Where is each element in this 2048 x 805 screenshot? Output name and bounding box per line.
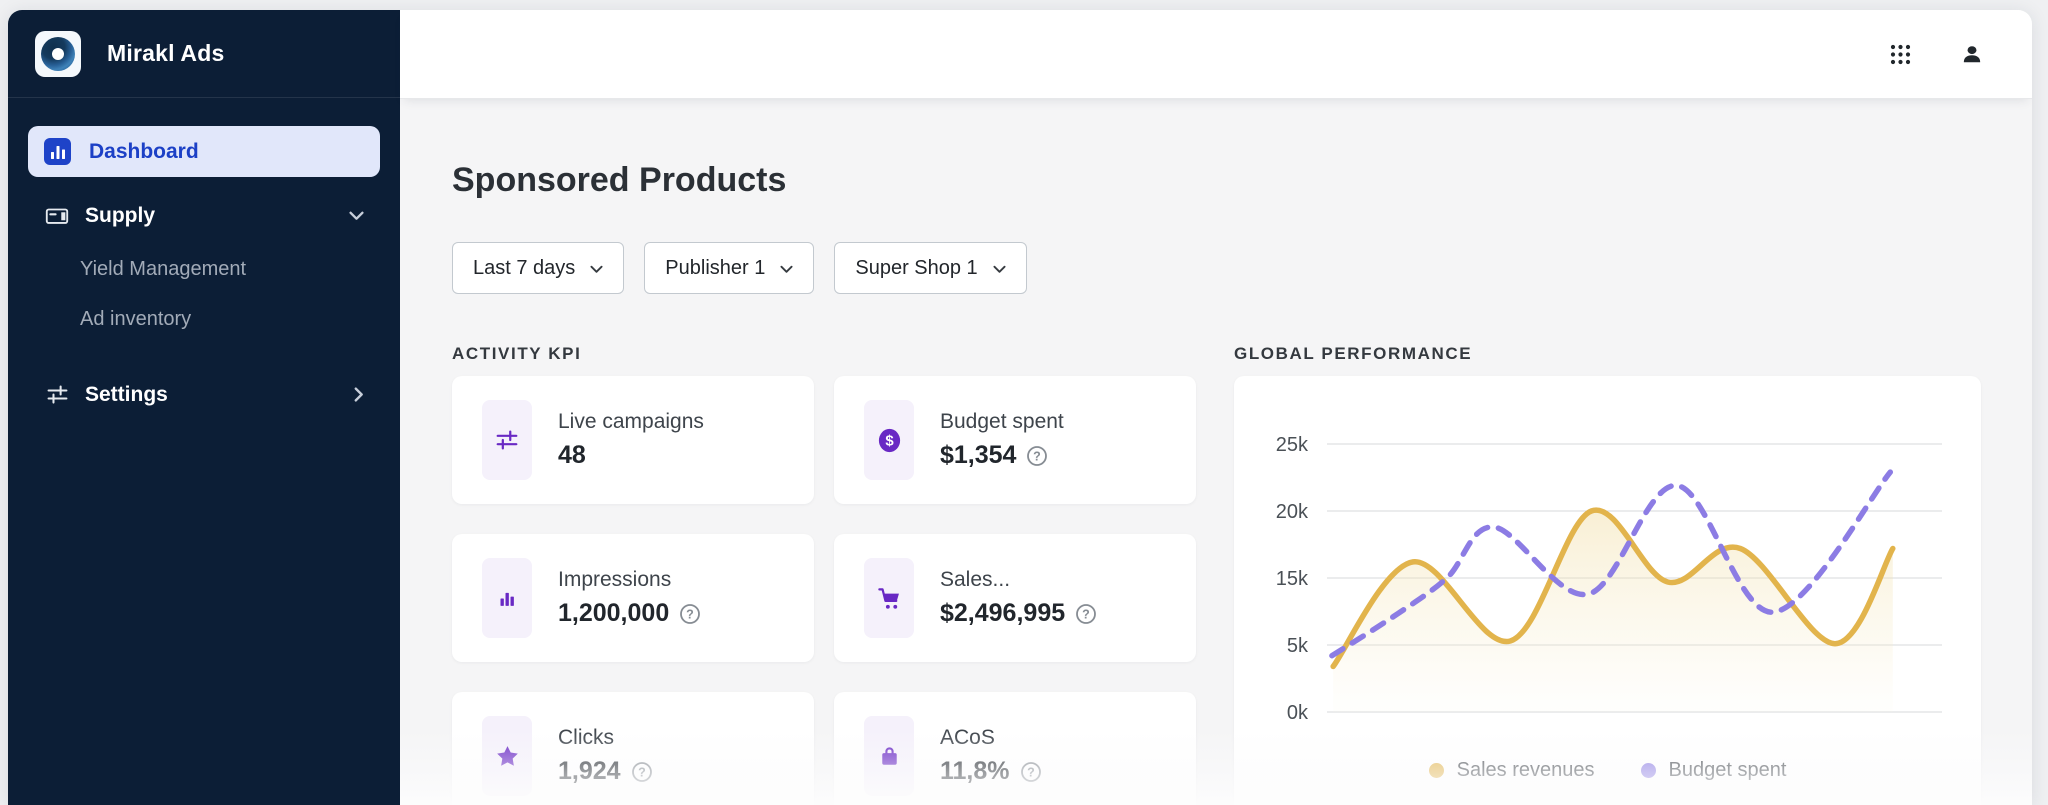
page-content: Sponsored Products Last 7 days Publisher… (400, 98, 2032, 805)
kpi-value: 11,8% (940, 757, 1010, 785)
sidebar-item-supply[interactable]: Supply (28, 190, 380, 241)
sidebar-item-ad-inventory[interactable]: Ad inventory (28, 297, 380, 341)
kpi-grid: Live campaigns 48 $ Budget spent $1,354 … (452, 376, 1196, 805)
supply-panel-icon (44, 203, 70, 229)
legend-item-budget-spent: Budget spent (1640, 759, 1787, 782)
help-icon[interactable]: ? (631, 761, 653, 783)
top-bar (400, 10, 2032, 98)
sidebar-item-label: Dashboard (89, 139, 199, 163)
shop-dropdown[interactable]: Super Shop 1 (834, 242, 1027, 294)
kpi-card-clicks: Clicks 1,924 ? (452, 692, 814, 805)
kpi-label: Impressions (558, 568, 672, 591)
help-icon[interactable]: ? (1075, 603, 1097, 625)
legend-label: Budget spent (1668, 759, 1787, 781)
activity-kpi-section: ACTIVITY KPI Live campaigns 48 $ Budget … (452, 344, 1196, 805)
svg-text:$: $ (885, 432, 894, 449)
sidebar-item-dashboard[interactable]: Dashboard (28, 126, 380, 177)
svg-text:15k: 15k (1276, 568, 1309, 590)
kpi-card-budget-spent: $ Budget spent $1,354 ? (834, 376, 1196, 504)
legend-dot-purple (1640, 763, 1656, 778)
help-icon[interactable]: ? (679, 603, 701, 625)
dollar-icon: $ (864, 400, 914, 480)
performance-chart: 25k 20k 15k 5k 0k (1276, 434, 1942, 724)
chevron-down-icon (780, 265, 793, 274)
help-icon[interactable]: ? (1020, 761, 1042, 783)
briefcase-icon (864, 716, 914, 796)
svg-text:?: ? (686, 607, 694, 621)
bar-chart-icon (482, 558, 532, 638)
publisher-value: Publisher 1 (665, 256, 766, 279)
sidebar-item-label: Settings (85, 382, 168, 406)
app-window: Mirakl Ads Dashboard Supply Yield Manage… (8, 10, 2032, 805)
sidebar-nav: Dashboard Supply Yield Management Ad inv… (8, 98, 400, 420)
kpi-label: Live campaigns (558, 410, 704, 433)
settings-sliders-icon (44, 382, 70, 408)
kpi-label: Budget spent (940, 410, 1064, 433)
kpi-value: 1,200,000 (558, 599, 670, 627)
kpi-card-sales: Sales... $2,496,995 ? (834, 534, 1196, 662)
sidebar-item-settings[interactable]: Settings (28, 369, 380, 420)
kpi-label: Sales... (940, 568, 1011, 591)
date-range-dropdown[interactable]: Last 7 days (452, 242, 625, 294)
cart-icon (864, 558, 914, 638)
svg-text:20k: 20k (1276, 501, 1309, 523)
chevron-down-icon (993, 265, 1006, 274)
chart-legend: Sales revenues Budget spent (1234, 759, 1981, 782)
main-area: Sponsored Products Last 7 days Publisher… (400, 10, 2032, 805)
kpi-value: 48 (558, 441, 586, 469)
performance-chart-card: 25k 20k 15k 5k 0k Sales revenues Budget spen… (1234, 376, 1981, 805)
chevron-down-icon (349, 211, 364, 221)
kpi-value: 1,924 (558, 757, 621, 785)
global-performance-section: GLOBAL PERFORMANCE 25k 20k 15k 5k 0k Sal… (1234, 344, 1981, 805)
user-icon[interactable] (1956, 38, 1988, 70)
activity-kpi-title: ACTIVITY KPI (452, 344, 582, 363)
legend-label: Sales revenues (1456, 759, 1595, 781)
svg-text:0k: 0k (1287, 702, 1309, 724)
page-title: Sponsored Products (452, 161, 787, 199)
apps-grid-icon[interactable] (1885, 39, 1916, 70)
date-range-value: Last 7 days (473, 256, 576, 279)
kpi-value: $1,354 (940, 441, 1017, 469)
legend-item-sales-revenues: Sales revenues (1428, 759, 1595, 782)
publisher-dropdown[interactable]: Publisher 1 (644, 242, 815, 294)
kpi-card-impressions: Impressions 1,200,000 ? (452, 534, 814, 662)
kpi-label: ACoS (940, 726, 995, 749)
svg-text:?: ? (638, 765, 646, 779)
sidebar: Mirakl Ads Dashboard Supply Yield Manage… (8, 10, 400, 805)
kpi-card-live-campaigns: Live campaigns 48 (452, 376, 814, 504)
kpi-label: Clicks (558, 726, 614, 749)
sidebar-item-yield-management[interactable]: Yield Management (28, 247, 380, 291)
legend-dot-gold (1428, 763, 1444, 778)
dashboard-icon (44, 138, 71, 165)
brand-block: Mirakl Ads (8, 10, 400, 98)
chevron-down-icon (590, 265, 603, 274)
sliders-icon (482, 400, 532, 480)
star-icon (482, 716, 532, 796)
svg-text:25k: 25k (1276, 434, 1309, 456)
chevron-right-icon (354, 387, 364, 402)
svg-text:?: ? (1034, 449, 1042, 463)
svg-text:?: ? (1027, 765, 1035, 779)
kpi-card-acos: ACoS 11,8% ? (834, 692, 1196, 805)
sidebar-item-label: Supply (85, 203, 156, 227)
help-icon[interactable]: ? (1026, 445, 1048, 467)
filter-bar: Last 7 days Publisher 1 Super Shop 1 (452, 242, 2032, 294)
svg-text:5k: 5k (1287, 635, 1309, 657)
mirakl-logo-icon (35, 30, 81, 77)
shop-value: Super Shop 1 (855, 256, 978, 279)
brand-title: Mirakl Ads (107, 40, 225, 66)
kpi-value: $2,496,995 (940, 599, 1066, 627)
global-performance-title: GLOBAL PERFORMANCE (1234, 344, 1473, 363)
svg-text:?: ? (1082, 607, 1090, 621)
